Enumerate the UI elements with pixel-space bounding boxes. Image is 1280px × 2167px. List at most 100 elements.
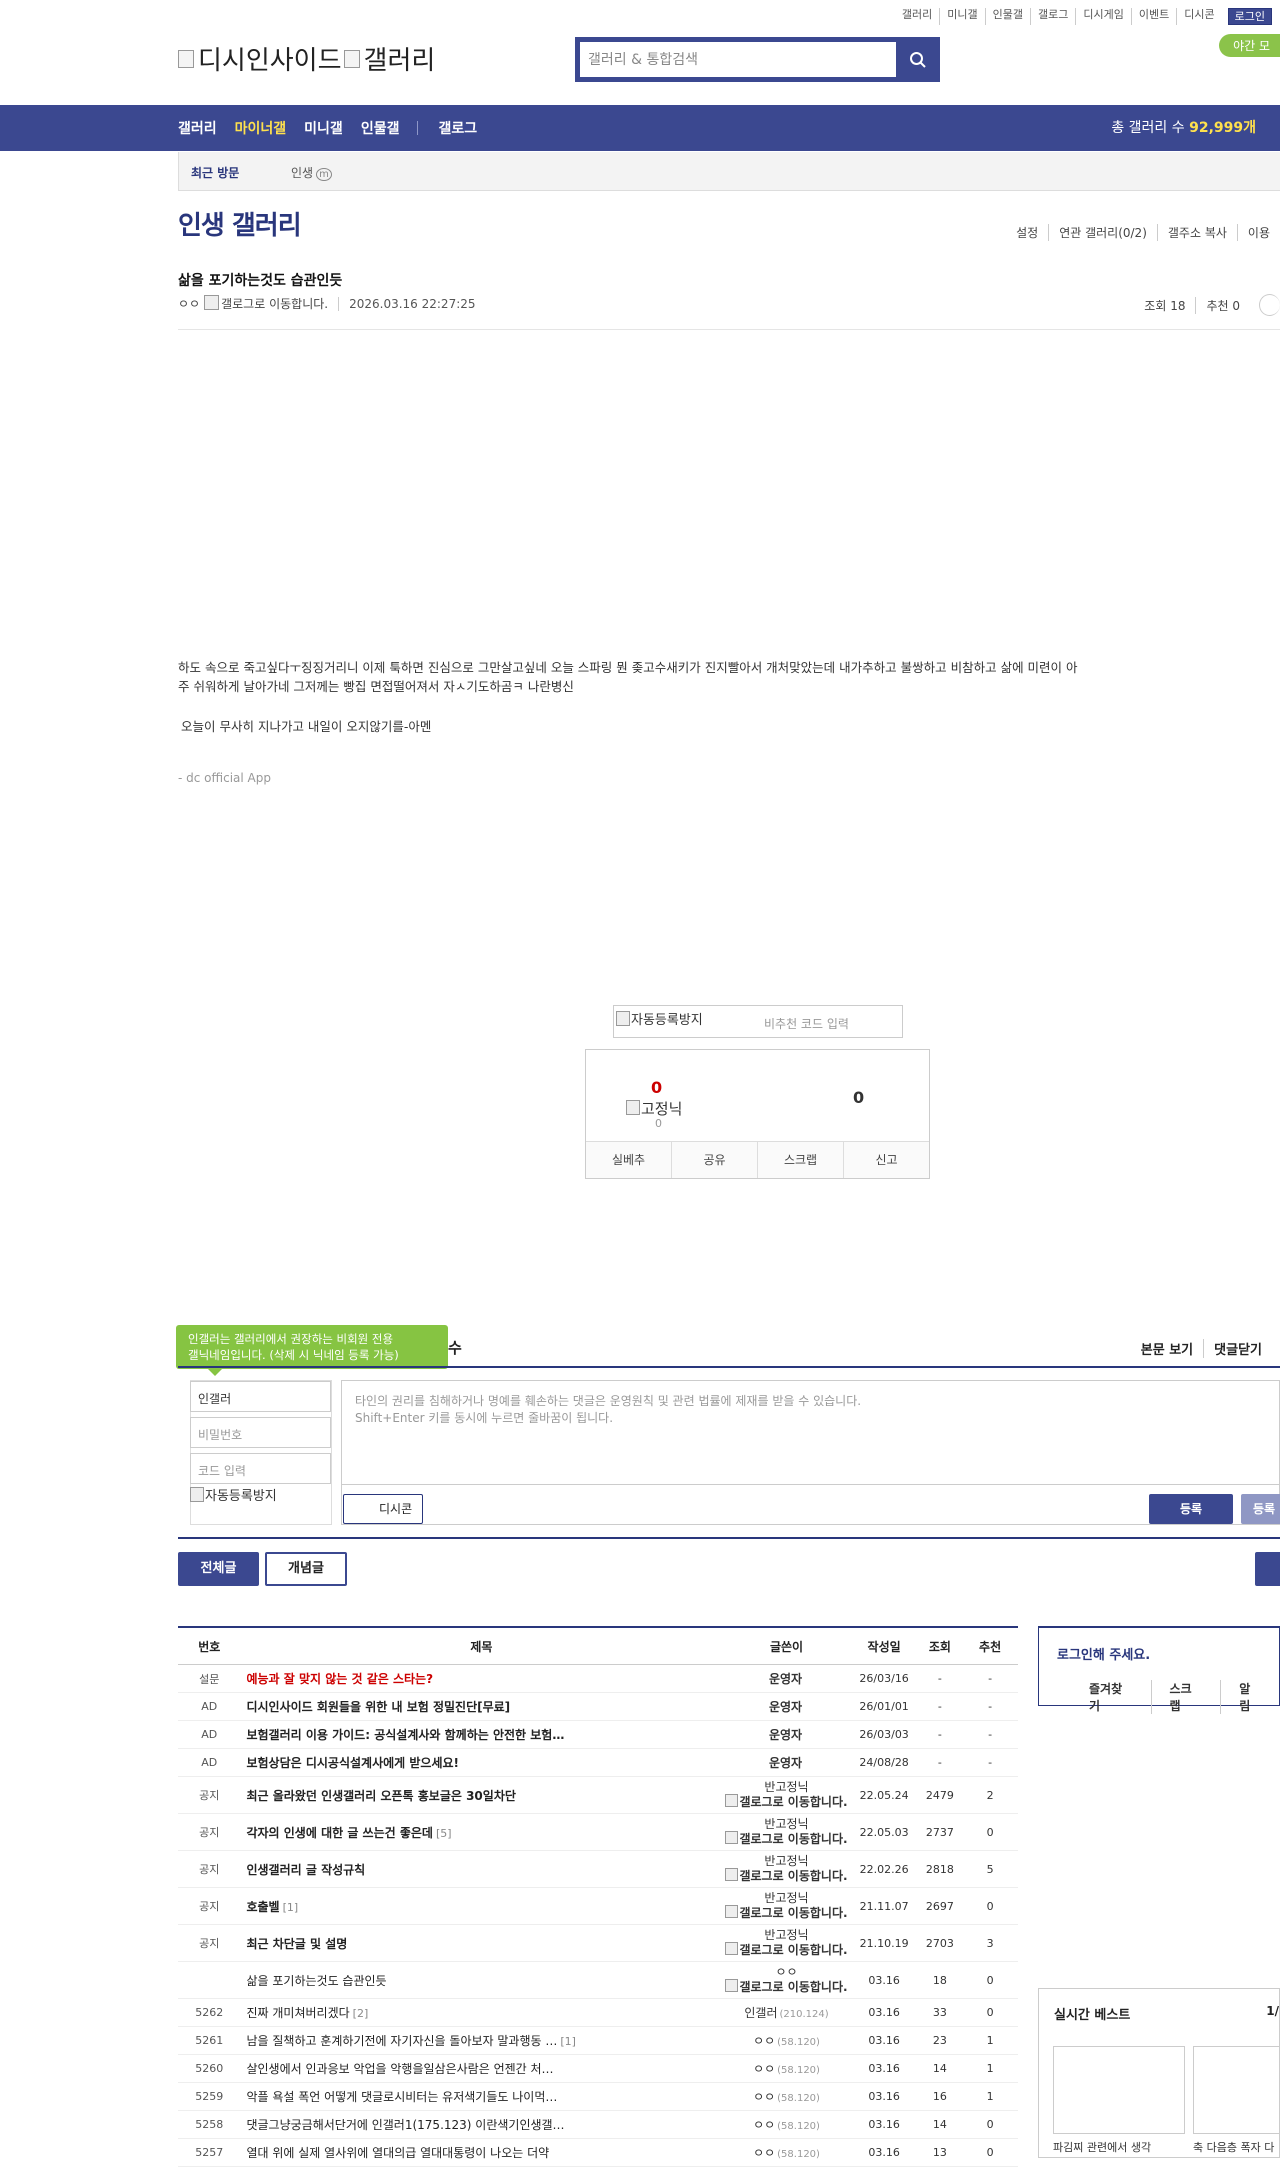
- util-link-gallog[interactable]: 갤로그: [1030, 8, 1075, 25]
- recent-visits-label[interactable]: 최근 방문: [191, 164, 239, 181]
- row-title[interactable]: 호출벨 [1]: [240, 1887, 723, 1925]
- row-comment-count[interactable]: [1]: [560, 2035, 576, 2048]
- row-title[interactable]: 삶을 포기하는것도 습관인듯: [240, 1961, 723, 1999]
- table-row[interactable]: 5262 진짜 개미쳐버리겠다 [2] 인갤러 (210.124) 03.16 33 0: [178, 1998, 1018, 2027]
- real-best-button[interactable]: 실베추: [586, 1142, 671, 1178]
- search-button[interactable]: [896, 37, 940, 82]
- table-row[interactable]: 공지 호출벨 [1] 반고정닉 갤로그로 이동합니다. 21.11.07 2697 0: [178, 1887, 1018, 1925]
- row-title[interactable]: 예능과 잘 맞지 않는 것 같은 스타는?: [240, 1664, 723, 1693]
- gallery-title[interactable]: 인생 갤러리: [178, 205, 302, 242]
- gallog-link[interactable]: 갤로그로 이동합니다.: [204, 295, 328, 312]
- table-row[interactable]: AD 디시인사이드 회원들을 위한 내 보험 정밀진단[무료] 운영자 26/01/0…: [178, 1692, 1018, 1721]
- table-row[interactable]: 5260 살인생에서 인과응보 악업을 악행을일삼은사람은 언젠간 처… ㅇㅇ (58…: [178, 2054, 1018, 2083]
- row-title[interactable]: 살인생에서 인과응보 악업을 악행을일삼은사람은 언젠간 처…: [240, 2054, 723, 2083]
- gallog-link[interactable]: 갤로그로 이동합니다.: [722, 1905, 850, 1920]
- table-row[interactable]: 삶을 포기하는것도 습관인듯 ㅇㅇ 갤로그로 이동합니다. 03.16 18 0: [178, 1961, 1018, 1999]
- row-writer[interactable]: 운영자: [722, 1720, 851, 1749]
- row-writer[interactable]: 반고정닉 갤로그로 이동합니다.: [722, 1776, 851, 1814]
- row-writer[interactable]: 반고정닉 갤로그로 이동합니다.: [722, 1850, 851, 1888]
- row-title[interactable]: 보험갤러리 이용 가이드: 공식설계사와 함께하는 안전한 보험…: [240, 1720, 723, 1749]
- login-prompt[interactable]: 로그인해 주세요.: [1057, 1644, 1150, 1663]
- scrap-list-button[interactable]: 스크랩: [1150, 1680, 1221, 1714]
- util-link-person[interactable]: 인물갤: [984, 8, 1030, 25]
- row-writer[interactable]: 반고정닉 갤로그로 이동합니다.: [722, 1924, 851, 1962]
- nav-gallog[interactable]: 갤로그: [438, 118, 477, 138]
- gallog-link[interactable]: 갤로그로 이동합니다.: [722, 1794, 850, 1809]
- login-button[interactable]: 로그인: [1227, 8, 1272, 25]
- favorites-button[interactable]: 즐겨찾기: [1039, 1680, 1151, 1714]
- row-title[interactable]: 댓글그냥궁금해서단거에 인갤러1(175.123) 이란색기인생갤…: [240, 2110, 723, 2139]
- table-row[interactable]: 공지 최근 올라왔던 인생갤러리 오픈톡 홍보글은 30일차단 반고정닉 갤로그로 이…: [178, 1776, 1018, 1814]
- nav-person[interactable]: 인물갤: [361, 118, 400, 138]
- password-field[interactable]: 비밀번호: [190, 1417, 331, 1448]
- best-caption[interactable]: 축 다음층 폭자 다: [1193, 2139, 1274, 2155]
- gallog-link[interactable]: 갤로그로 이동합니다.: [722, 1942, 850, 1957]
- row-writer[interactable]: ㅇㅇ (58.120): [722, 2110, 851, 2139]
- util-link-mini[interactable]: 미니갤: [939, 8, 984, 25]
- nav-minor[interactable]: 마이너갤: [235, 118, 287, 138]
- row-title[interactable]: 디시인사이드 회원들을 위한 내 보험 정밀진단[무료]: [240, 1692, 723, 1721]
- table-row[interactable]: 공지 인생갤러리 글 작성규칙 반고정닉 갤로그로 이동합니다. 22.02.26 281…: [178, 1850, 1018, 1888]
- table-row[interactable]: 설문 예능과 잘 맞지 않는 것 같은 스타는? 운영자 26/03/16- -: [178, 1664, 1018, 1693]
- row-writer[interactable]: ㅇㅇ (58.120): [722, 2138, 851, 2167]
- row-comment-count[interactable]: [1]: [283, 1901, 299, 1914]
- tab-all-posts[interactable]: 전체글: [178, 1552, 259, 1586]
- row-writer[interactable]: ㅇㅇ (58.120): [722, 2026, 851, 2055]
- util-link-gallery[interactable]: 갤러리: [895, 8, 939, 25]
- row-writer[interactable]: 인갤러 (210.124): [722, 1998, 851, 2027]
- row-title[interactable]: 최근 올라왔던 인생갤러리 오픈톡 홍보글은 30일차단: [240, 1776, 723, 1814]
- nickname-field[interactable]: 인갤러: [190, 1381, 331, 1412]
- table-row[interactable]: 5257 열대 위에 실제 열사위에 열대의급 열대대통령이 나오는 더약 ㅇㅇ (5…: [178, 2138, 1018, 2167]
- share-circle-icon[interactable]: [1259, 294, 1280, 316]
- best-thumbnail[interactable]: [1193, 2046, 1280, 2134]
- recent-visit-item[interactable]: 인생 m: [291, 164, 332, 181]
- nav-mini[interactable]: 미니갤: [304, 118, 343, 138]
- table-row[interactable]: 공지 최근 차단글 및 설명 반고정닉 갤로그로 이동합니다. 21.10.19 2703…: [178, 1924, 1018, 1962]
- code-field[interactable]: 코드 입력: [190, 1453, 331, 1484]
- captcha-input[interactable]: 비추천 코드 입력: [764, 1015, 849, 1032]
- usage-link[interactable]: 이용: [1236, 224, 1280, 241]
- table-row[interactable]: 5261 남을 질책하고 훈계하기전에 자기자신을 돌아보자 말과행동 … [1] ㅇ…: [178, 2026, 1018, 2055]
- submit-comment-button[interactable]: 등록: [1149, 1494, 1233, 1524]
- dccon-button[interactable]: 디시콘: [343, 1494, 423, 1524]
- copy-address-link[interactable]: 갤주소 복사: [1156, 224, 1237, 241]
- row-writer[interactable]: 운영자: [722, 1664, 851, 1693]
- row-writer[interactable]: 운영자: [722, 1748, 851, 1777]
- util-link-game[interactable]: 디시게임: [1075, 8, 1130, 25]
- report-button[interactable]: 신고: [843, 1142, 929, 1178]
- comment-textarea[interactable]: 타인의 권리를 침해하거나 명예를 훼손하는 댓글은 운영원칙 및 관련 법률에…: [341, 1380, 1280, 1485]
- share-button[interactable]: 공유: [671, 1142, 757, 1178]
- table-row[interactable]: AD 보험갤러리 이용 가이드: 공식설계사와 함께하는 안전한 보험… 운영자 26…: [178, 1720, 1018, 1749]
- upvote-count[interactable]: 0: [651, 1078, 662, 1097]
- best-thumbnail[interactable]: [1053, 2046, 1185, 2134]
- table-row[interactable]: AD 보험상담은 디시공식설계사에게 받으세요! 운영자 24/08/28- -: [178, 1748, 1018, 1777]
- util-link-event[interactable]: 이벤트: [1130, 8, 1176, 25]
- gallog-link[interactable]: 갤로그로 이동합니다.: [722, 1868, 850, 1883]
- submit-recommend-button[interactable]: 등록: [1241, 1494, 1280, 1524]
- row-writer[interactable]: 반고정닉 갤로그로 이동합니다.: [722, 1887, 851, 1925]
- row-title[interactable]: 보험상담은 디시공식설계사에게 받으세요!: [240, 1748, 723, 1777]
- site-logo[interactable]: 디시인사이드 갤러리: [178, 40, 435, 77]
- night-mode-toggle[interactable]: 야간 모: [1219, 34, 1280, 57]
- search-input[interactable]: [580, 42, 896, 77]
- write-button[interactable]: [1255, 1552, 1280, 1586]
- row-writer[interactable]: ㅇㅇ (58.120): [722, 2054, 851, 2083]
- row-writer[interactable]: ㅇㅇ (58.120): [722, 2082, 851, 2111]
- row-title[interactable]: 열대 위에 실제 열사위에 열대의급 열대대통령이 나오는 더약: [240, 2138, 723, 2167]
- gallog-link[interactable]: 갤로그로 이동합니다.: [722, 1831, 850, 1846]
- row-title[interactable]: 각자의 인생에 대한 글 쓰는건 좋은데 [5]: [240, 1813, 723, 1851]
- row-writer[interactable]: ㅇㅇ 갤로그로 이동합니다.: [722, 1961, 851, 1999]
- tab-concept-posts[interactable]: 개념글: [265, 1552, 347, 1586]
- scrap-button[interactable]: 스크랩: [757, 1142, 843, 1178]
- row-title[interactable]: 인생갤러리 글 작성규칙: [240, 1850, 723, 1888]
- table-row[interactable]: 5259 악플 욕설 폭언 어떻게 댓글로시비터는 유저색기들도 나이먹… ㅇㅇ (5…: [178, 2082, 1018, 2111]
- post-author[interactable]: ㅇㅇ: [178, 295, 200, 312]
- row-writer[interactable]: 운영자: [722, 1692, 851, 1721]
- util-link-dccon[interactable]: 디시콘: [1176, 8, 1221, 25]
- related-gallery-link[interactable]: 연관 갤러리(0/2): [1048, 224, 1157, 241]
- table-row[interactable]: 공지 각자의 인생에 대한 글 쓰는건 좋은데 [5] 반고정닉 갤로그로 이동합니다.…: [178, 1813, 1018, 1851]
- row-title[interactable]: 최근 차단글 및 설명: [240, 1924, 723, 1962]
- row-title[interactable]: 악플 욕설 폭언 어떻게 댓글로시비터는 유저색기들도 나이먹…: [240, 2082, 723, 2111]
- row-comment-count[interactable]: [2]: [353, 2007, 369, 2020]
- notification-button[interactable]: 알림: [1220, 1680, 1279, 1714]
